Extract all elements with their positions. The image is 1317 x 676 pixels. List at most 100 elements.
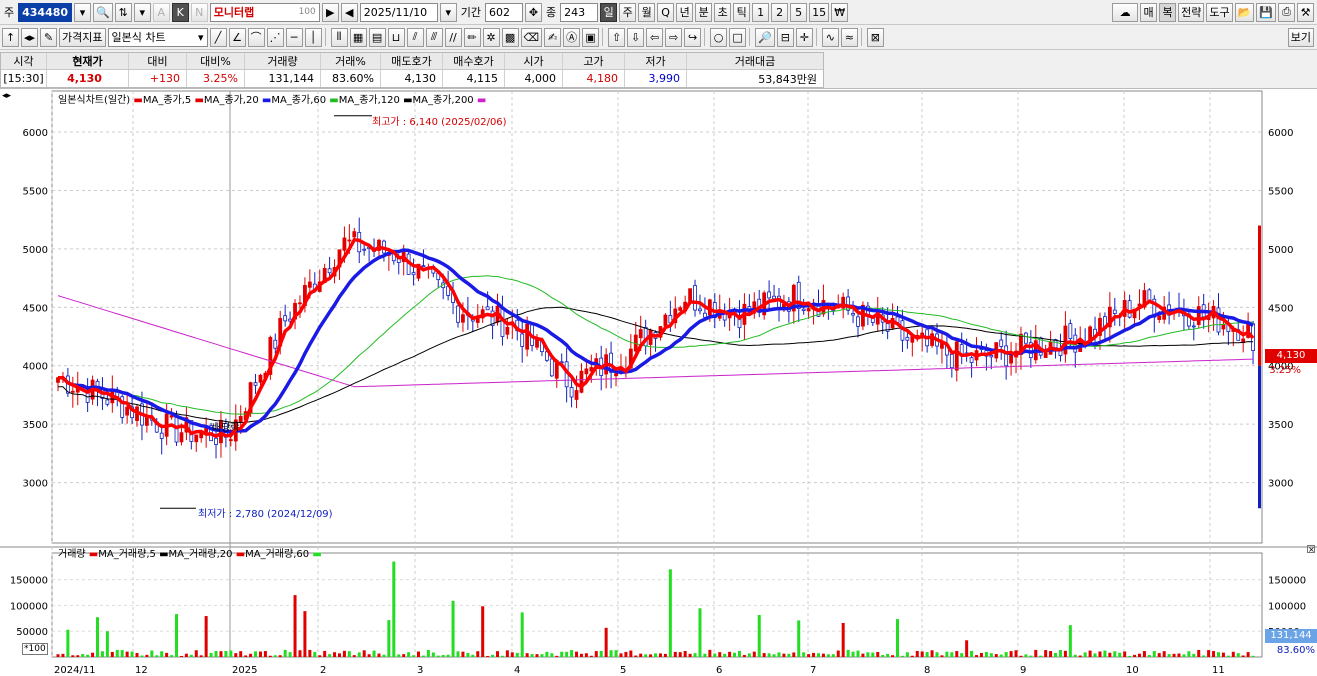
val-bid: 4,115 xyxy=(443,70,505,87)
hline-tool-icon[interactable]: ─ xyxy=(285,27,303,47)
indicator-button[interactable]: 가격지표 xyxy=(59,27,106,47)
copy-button[interactable]: 복 xyxy=(1159,2,1177,22)
price-volume-chart[interactable]: 3000 30003500 35004000 40004500 45005000 5000… xyxy=(0,89,1317,676)
color-icon[interactable]: ▩ xyxy=(501,27,519,47)
volume-bar xyxy=(1147,655,1151,657)
interval-minute[interactable]: 분 xyxy=(695,2,713,22)
volume-bar xyxy=(777,652,781,657)
tools-button[interactable]: 도구 xyxy=(1206,2,1233,22)
interval-week[interactable]: 주 xyxy=(619,2,637,22)
y-tick-label-right: 5500 xyxy=(1268,186,1293,197)
sort-dropdown-icon[interactable]: ▾ xyxy=(133,2,151,22)
zoom-icon[interactable]: 🔎 xyxy=(755,27,775,47)
collapse-icon[interactable]: ◂▸ xyxy=(2,91,11,101)
panel-close-icon[interactable]: × xyxy=(1307,545,1315,554)
next-icon[interactable]: ▶ xyxy=(321,2,339,22)
prev-icon[interactable]: ◀ xyxy=(340,2,358,22)
interval-2[interactable]: 2 xyxy=(771,2,789,22)
volume-bar xyxy=(550,653,554,657)
chart-area[interactable]: 3000 3000 3500 3500 4000 4000 4500 4500 5000 5000… xyxy=(0,88,1317,676)
volume-bar xyxy=(950,652,954,657)
interval-1[interactable]: 1 xyxy=(752,2,770,22)
zoom-out-icon[interactable]: ⊟ xyxy=(776,27,794,47)
volume-bar xyxy=(989,653,993,657)
crosshair-icon[interactable]: ✛ xyxy=(795,27,813,47)
pencil-icon[interactable]: ✏ xyxy=(463,27,481,47)
volume-pct-tag: 83.60% xyxy=(1276,645,1315,656)
candle-body xyxy=(352,231,357,238)
volume-bar xyxy=(960,653,964,657)
volume-bar xyxy=(1221,652,1225,657)
currency-button[interactable]: ₩ xyxy=(831,2,849,22)
fibo-tool-icon[interactable]: ⊔ xyxy=(387,27,405,47)
folder-icon[interactable]: 📂 xyxy=(1234,2,1255,22)
wave2-icon[interactable]: ≈ xyxy=(840,27,858,47)
line-tool-icon[interactable]: ╱ xyxy=(209,27,227,47)
volume-bar xyxy=(426,649,430,657)
count-input[interactable]: 243 xyxy=(560,2,599,22)
reset-icon[interactable]: ⊠ xyxy=(866,27,884,47)
view-button[interactable]: 보기 xyxy=(1287,27,1314,47)
interval-quarter[interactable]: Q xyxy=(657,2,675,22)
toolbar-drawing: ↑ ◂▸ ✎ 가격지표 일본식 차트 ▾ ╱ ∠ ⌒ ⋰ ─ │ ⦀ ▦ ▤ ⊔ … xyxy=(0,25,1317,50)
cloud-icon[interactable]: ☁ xyxy=(1112,2,1139,22)
parallel-tool-icon[interactable]: // xyxy=(444,27,462,47)
volume-bar xyxy=(905,652,909,657)
vline-tool-icon[interactable]: │ xyxy=(304,27,322,47)
volume-bar xyxy=(965,640,969,657)
up-arrow-icon[interactable]: ⇧ xyxy=(608,27,626,47)
volume-bar xyxy=(120,650,124,657)
pitch-tool-icon[interactable]: ⫽ xyxy=(406,27,424,47)
period-input[interactable]: 602 xyxy=(485,2,524,22)
volume-bar xyxy=(1202,655,1206,657)
interval-month[interactable]: 월 xyxy=(638,2,656,22)
arrow-up-icon[interactable]: ↑ xyxy=(2,27,19,47)
eraser-icon[interactable]: ⌫ xyxy=(520,27,543,47)
settings-icon[interactable]: ⚒ xyxy=(1297,2,1314,22)
search-icon[interactable]: 🔍 xyxy=(93,2,113,22)
arc-tool-icon[interactable]: ⌒ xyxy=(247,27,265,47)
code-dropdown-icon[interactable]: ▾ xyxy=(74,2,92,22)
btn-k[interactable]: K xyxy=(171,2,189,22)
date-input[interactable]: 2025/11/10 xyxy=(359,2,438,22)
channel-tool-icon[interactable]: ⫻ xyxy=(425,27,443,47)
interval-second[interactable]: 초 xyxy=(714,2,732,22)
volume-bars xyxy=(56,561,1255,657)
chart-type-select[interactable]: 일본식 차트 ▾ xyxy=(107,27,208,47)
btn-a[interactable]: A xyxy=(152,2,170,22)
left-arrow-icon[interactable]: ⇦ xyxy=(646,27,664,47)
grid-tool-icon[interactable]: ▦ xyxy=(349,27,367,47)
expand-icon[interactable]: ◂▸ xyxy=(21,27,39,47)
magic-icon[interactable]: ✲ xyxy=(482,27,500,47)
down-arrow-icon[interactable]: ⇩ xyxy=(627,27,645,47)
interval-tick[interactable]: 틱 xyxy=(733,2,751,22)
text-icon[interactable]: Ⓐ xyxy=(563,27,581,47)
stock-name-field[interactable]: 모니터랩 100 xyxy=(209,2,320,22)
export-icon[interactable]: ↪ xyxy=(684,27,702,47)
rect-tool-icon[interactable]: □ xyxy=(729,27,747,47)
interval-year[interactable]: 년 xyxy=(676,2,694,22)
btn-n[interactable]: N xyxy=(190,2,208,22)
stock-code-input[interactable]: 434480 xyxy=(18,2,73,22)
fan-tool-icon[interactable]: ⋰ xyxy=(266,27,284,47)
print-icon[interactable]: ⎙ xyxy=(1278,2,1295,22)
zoom-arrows-icon[interactable]: ✥ xyxy=(525,2,543,22)
interval-15[interactable]: 15 xyxy=(809,2,830,22)
calendar-dropdown-icon[interactable]: ▾ xyxy=(439,2,457,22)
wave-icon[interactable]: ∿ xyxy=(821,27,839,47)
circle-tool-icon[interactable]: ○ xyxy=(710,27,728,47)
table-tool-icon[interactable]: ▤ xyxy=(368,27,386,47)
legend-ma200-swatch: ▬ xyxy=(403,95,413,106)
save-icon[interactable]: 💾 xyxy=(1256,2,1276,22)
cycle-tool-icon[interactable]: ⦀ xyxy=(330,27,348,47)
edit-icon[interactable]: ✎ xyxy=(40,27,58,47)
right-arrow-icon[interactable]: ⇨ xyxy=(665,27,683,47)
strategy-button[interactable]: 전략 xyxy=(1178,2,1205,22)
angle-tool-icon[interactable]: ∠ xyxy=(228,27,246,47)
trade-button[interactable]: 매 xyxy=(1140,2,1158,22)
interval-5[interactable]: 5 xyxy=(790,2,808,22)
memo-icon[interactable]: ▣ xyxy=(582,27,600,47)
sort-icon[interactable]: ⇅ xyxy=(114,2,132,22)
note-icon[interactable]: ✍ xyxy=(544,27,562,47)
interval-day[interactable]: 일 xyxy=(600,2,618,22)
